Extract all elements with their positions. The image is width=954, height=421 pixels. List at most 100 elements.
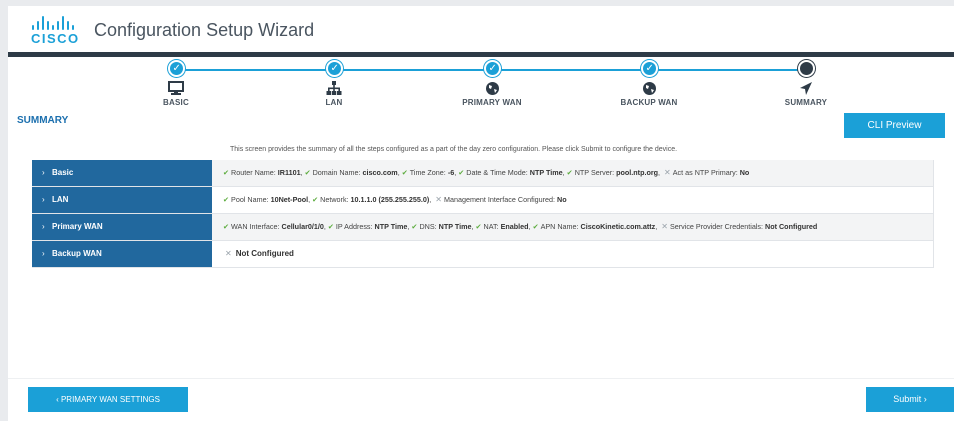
step-backup-wan[interactable]: ✓ BACKUP WAN [589, 60, 709, 107]
cross-icon: ✕ [664, 168, 671, 177]
item-label: Act as NTP Primary: [672, 168, 738, 177]
network-icon [274, 81, 394, 97]
step-current-icon [797, 60, 815, 77]
cisco-logo: CISCO [28, 16, 88, 46]
step-complete-icon: ✓ [640, 60, 658, 77]
item-value: 10.1.1.0 (255.255.255.0) [350, 195, 430, 204]
navigation-arrow-icon [746, 81, 866, 97]
cross-icon: ✕ [661, 222, 668, 231]
step-complete-icon: ✓ [483, 60, 501, 77]
item-value: 10Net-Pool [270, 195, 309, 204]
item-label: APN Name: [540, 222, 579, 231]
section-title: SUMMARY [17, 115, 69, 126]
summary-row-primary-wan: › Primary WAN ✔ WAN Interface: Cellular0/1… [32, 214, 934, 241]
step-complete-icon: ✓ [167, 60, 185, 77]
check-icon: ✔ [401, 168, 408, 177]
step-label: BACKUP WAN [620, 98, 678, 107]
summary-row-header[interactable]: › Primary WAN [32, 214, 212, 240]
step-complete-icon: ✓ [325, 60, 343, 77]
item-label: WAN Interface: [231, 222, 280, 231]
check-icon: ✔ [327, 222, 334, 231]
item-label: NTP Server: [574, 168, 615, 177]
back-button[interactable]: ‹ PRIMARY WAN SETTINGS [28, 387, 188, 412]
item-value: IR1101 [277, 168, 301, 177]
item-label: Router Name: [231, 168, 276, 177]
item-label: Domain Name: [312, 168, 361, 177]
chevron-right-icon: › [42, 195, 45, 204]
step-basic[interactable]: ✓ BASIC [116, 60, 236, 107]
summary-row-lan: › LAN ✔ Pool Name: 10Net-Pool, ✔ Network: 1… [32, 187, 934, 214]
monitor-icon [116, 81, 236, 97]
item-value: pool.ntp.org [616, 168, 659, 177]
cisco-logo-bars [32, 16, 84, 30]
wizard-frame: CISCO Configuration Setup Wizard ✓ BASIC… [8, 6, 954, 421]
item-label: Pool Name: [231, 195, 269, 204]
item-value: NTP Time [438, 222, 472, 231]
globe-icon [432, 81, 552, 97]
step-label: PRIMARY WAN [462, 98, 522, 107]
summary-row-details: ✔ WAN Interface: Cellular0/1/0, ✔ IP Addre… [212, 214, 934, 240]
item-value: Enabled [500, 222, 529, 231]
cross-icon: ✕ [225, 249, 232, 258]
row-heading: LAN [52, 195, 69, 204]
app-title: Configuration Setup Wizard [94, 20, 315, 40]
header: CISCO Configuration Setup Wizard [8, 6, 954, 52]
check-icon: ✔ [458, 168, 465, 177]
item-value: No [557, 195, 567, 204]
summary-row-basic: › Basic ✔ Router Name: IR1101, ✔ Domain Nam… [32, 160, 934, 187]
summary-intro-text: This screen provides the summary of all … [230, 146, 678, 153]
step-lan[interactable]: ✓ LAN [274, 60, 394, 107]
check-icon: ✔ [223, 168, 230, 177]
row-heading: Basic [52, 168, 74, 177]
item-value: NTP Time [529, 168, 563, 177]
item-label: IP Address: [335, 222, 373, 231]
item-label: Service Provider Credentials: [669, 222, 764, 231]
cli-preview-button[interactable]: CLI Preview [844, 113, 945, 138]
check-icon: ✔ [475, 222, 482, 231]
check-icon: ✔ [304, 168, 311, 177]
cross-icon: ✕ [435, 195, 442, 204]
item-label: Network: [320, 195, 349, 204]
summary-row-header[interactable]: › Backup WAN [32, 241, 212, 267]
row-heading: Backup WAN [52, 249, 102, 258]
summary-row-details: ✔ Pool Name: 10Net-Pool, ✔ Network: 10.1.1… [212, 187, 934, 213]
wizard-stepper: ✓ BASIC ✓ LAN ✓ PRIMARY WAN ✓ BACKUP WAN… [8, 57, 954, 113]
step-label: BASIC [163, 98, 189, 107]
item-value: CiscoKinetic.com.attz [580, 222, 656, 231]
check-icon: ✔ [532, 222, 539, 231]
step-summary[interactable]: SUMMARY [746, 60, 866, 107]
step-label: LAN [325, 98, 343, 107]
item-label: DNS: [419, 222, 437, 231]
item-value: NTP Time [374, 222, 408, 231]
chevron-right-icon: › [42, 222, 45, 231]
footer-divider [8, 378, 954, 379]
submit-button[interactable]: Submit › [866, 387, 954, 412]
check-icon: ✔ [566, 168, 573, 177]
check-icon: ✔ [411, 222, 418, 231]
chevron-right-icon: › [42, 168, 45, 177]
item-value: Cellular0/1/0 [281, 222, 324, 231]
row-heading: Primary WAN [52, 222, 103, 231]
item-label: Management Interface Configured: [443, 195, 556, 204]
check-icon: ✔ [223, 222, 230, 231]
step-label: SUMMARY [784, 98, 828, 107]
summary-row-details: ✔ Router Name: IR1101, ✔ Domain Name: cisc… [212, 160, 934, 186]
item-label: NAT: [483, 222, 499, 231]
item-value: No [739, 168, 750, 177]
step-primary-wan[interactable]: ✓ PRIMARY WAN [432, 60, 552, 107]
summary-row-backup-wan: › Backup WAN ✕ Not Configured [32, 241, 934, 268]
check-icon: ✔ [223, 195, 230, 204]
item-value: cisco.com [362, 168, 398, 177]
summary-table: › Basic ✔ Router Name: IR1101, ✔ Domain Nam… [32, 160, 934, 268]
check-icon: ✔ [312, 195, 319, 204]
summary-row-header[interactable]: › LAN [32, 187, 212, 213]
chevron-right-icon: › [42, 249, 45, 258]
cisco-logo-text: CISCO [31, 31, 80, 46]
summary-row-header[interactable]: › Basic [32, 160, 212, 186]
item-value: Not Configured [765, 222, 818, 231]
item-value: -6 [447, 168, 455, 177]
item-value: Not Configured [235, 249, 294, 258]
item-label: Date & Time Mode: [466, 168, 528, 177]
globe-icon [589, 81, 709, 97]
item-label: Time Zone: [409, 168, 446, 177]
